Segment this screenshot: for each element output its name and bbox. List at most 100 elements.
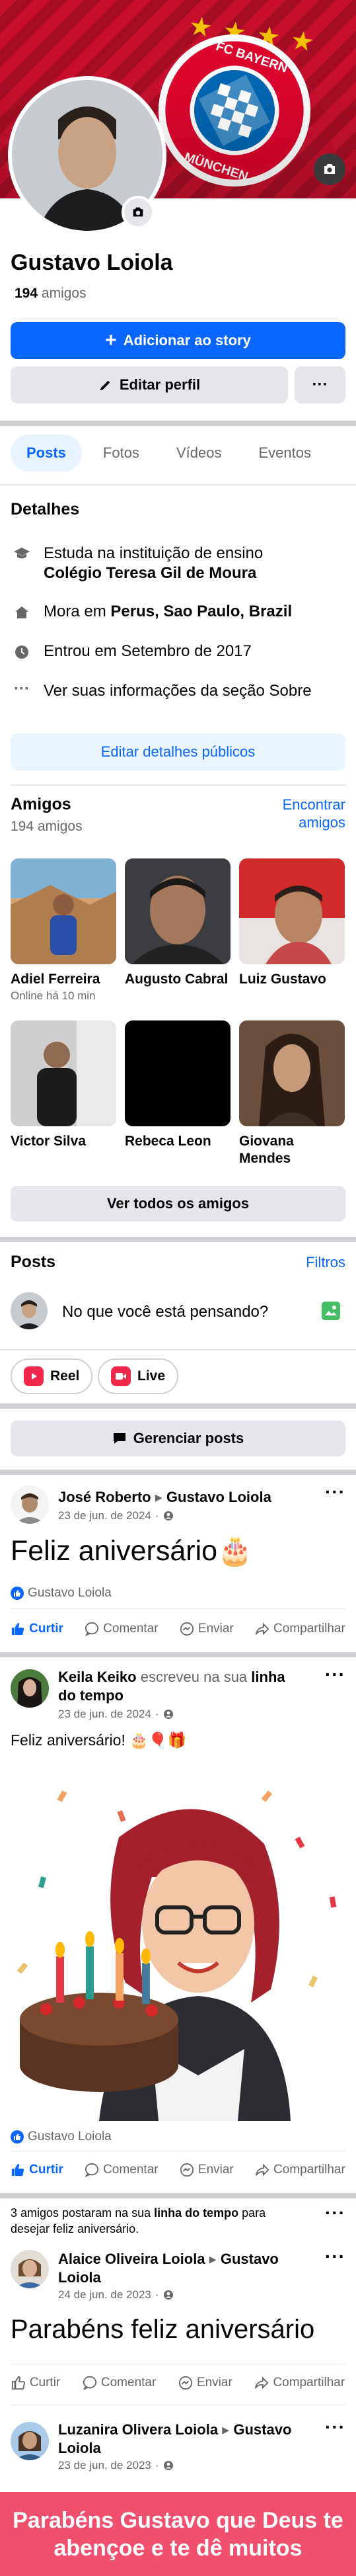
arrow-icon: ▸ (155, 1489, 162, 1505)
post-author[interactable]: Alaice Oliveira Loiola (58, 2251, 205, 2267)
cover-camera-icon[interactable] (314, 153, 345, 185)
friend-name: Giovana Mendes (239, 1134, 294, 1166)
more-options-button[interactable]: ··· (295, 366, 345, 403)
tab-events[interactable]: Eventos (242, 435, 327, 472)
send-button[interactable]: Enviar (180, 2163, 234, 2177)
reactions-summary[interactable]: Gustavo Loiola (11, 2130, 112, 2144)
comment-button[interactable]: Comentar (85, 2163, 159, 2177)
friend-name: Augusto Cabral (125, 972, 229, 987)
post-date[interactable]: 23 de jun. de 2024 (58, 1509, 151, 1522)
comment-label: Comentar (100, 2376, 157, 2389)
post-verb: escreveu na sua (140, 1669, 248, 1685)
post-author-avatar[interactable] (11, 1669, 49, 1708)
tab-videos[interactable]: Vídeos (160, 435, 238, 472)
post-actions: Curtir Comentar Enviar Compartilhar (0, 2376, 356, 2390)
group-options-button[interactable]: ··· (325, 2202, 345, 2223)
friend-card[interactable]: Augusto Cabral (125, 858, 231, 989)
friend-photo (125, 1020, 231, 1126)
posts-title: Posts (11, 1253, 56, 1271)
friends-count[interactable]: 194 amigos (15, 286, 87, 302)
reel-button[interactable]: Reel (11, 1358, 93, 1394)
friend-card[interactable]: Giovana Mendes (239, 1020, 345, 1169)
share-label: Compartilhar (273, 2376, 345, 2389)
reel-label: Reel (50, 1368, 80, 1384)
profile-camera-icon[interactable] (122, 196, 155, 229)
share-button[interactable]: Compartilhar (255, 2163, 345, 2177)
post-author-avatar[interactable] (11, 2250, 49, 2288)
post-actions: Curtir Comentar Enviar Compartilhar (0, 1622, 356, 1636)
friend-card[interactable]: Luiz Gustavo (239, 858, 345, 989)
filters-link[interactable]: Filtros (306, 1254, 345, 1271)
reactions-summary[interactable]: Gustavo Loiola (11, 1586, 112, 1600)
see-all-friends-button[interactable]: Ver todos os amigos (11, 1186, 345, 1222)
post-author[interactable]: Keila Keiko (58, 1669, 137, 1685)
tab-photos[interactable]: Fotos (87, 435, 155, 472)
friends-audience-icon (163, 1710, 173, 1719)
post-text: Feliz aniversário! 🎂🎈🎁 (11, 1731, 187, 1749)
send-button[interactable]: Enviar (180, 1622, 234, 1636)
edit-public-details-button[interactable]: Editar detalhes públicos (11, 733, 345, 770)
friend-name: Rebeca Leon (125, 1134, 211, 1149)
home-icon (11, 602, 33, 620)
post-date[interactable]: 24 de jun. de 2023 (58, 2288, 151, 2302)
share-button[interactable]: Compartilhar (254, 2376, 345, 2390)
birthday-group-note: 3 amigos postaram na sua linha do tempo … (11, 2205, 301, 2237)
composer-avatar[interactable] (11, 1292, 48, 1329)
comment-button[interactable]: Comentar (85, 1622, 159, 1636)
graduation-cap-icon (11, 544, 33, 561)
about-text[interactable]: Ver suas informações da seção Sobre (44, 681, 312, 701)
add-story-button[interactable]: + Adicionar ao story (11, 322, 345, 359)
send-button[interactable]: Enviar (178, 2376, 232, 2390)
manage-posts-label: Gerenciar posts (133, 1430, 244, 1446)
like-reaction-icon (11, 2130, 24, 2143)
post-meta: 23 de jun. de 2023 · (58, 2459, 174, 2472)
education-place[interactable]: Colégio Teresa Gil de Moura (44, 564, 256, 582)
group-note-link[interactable]: linha do tempo (154, 2206, 238, 2220)
post-image-avatar-sticker[interactable] (0, 1765, 356, 2121)
residence-prefix: Mora em (44, 602, 106, 620)
friend-photo (11, 858, 116, 964)
photo-icon[interactable] (322, 1302, 340, 1320)
detail-about[interactable]: ··· Ver suas informações da seção Sobre (11, 681, 345, 701)
post-date[interactable]: 23 de jun. de 2023 (58, 2459, 151, 2472)
post-text: Feliz aniversário🎂 (11, 1535, 253, 1567)
share-button[interactable]: Compartilhar (255, 1622, 345, 1636)
like-label: Curtir (29, 1622, 63, 1636)
find-friends-link[interactable]: Encontrar amigos (253, 796, 345, 831)
friends-count-number: 194 (15, 286, 38, 301)
post-author-avatar[interactable] (11, 1485, 49, 1524)
like-button[interactable]: Curtir (11, 2163, 63, 2177)
like-button[interactable]: Curtir (11, 2376, 60, 2390)
details-title: Detalhes (11, 500, 80, 519)
send-label: Enviar (197, 2163, 234, 2177)
edit-profile-button[interactable]: Editar perfil (11, 366, 288, 403)
post-options-button[interactable]: ··· (325, 1664, 345, 1685)
comment-button[interactable]: Comentar (83, 2376, 156, 2390)
friend-card[interactable]: Adiel Ferreira Online há 10 min (11, 858, 116, 1003)
composer-input[interactable]: No que você está pensando? (62, 1303, 268, 1321)
clock-icon (11, 642, 33, 660)
post-author[interactable]: Luzanira Olivera Loiola (58, 2421, 218, 2438)
live-button[interactable]: Live (98, 1358, 179, 1394)
friend-card[interactable]: Rebeca Leon (125, 1020, 231, 1151)
post-author-avatar[interactable] (11, 2422, 49, 2460)
post-header: Luzanira Olivera Loiola ▸ Gustavo Loiola (58, 2421, 303, 2458)
post-target[interactable]: Gustavo Loiola (166, 1489, 271, 1505)
residence-place[interactable]: Perus, Sao Paulo, Brazil (110, 602, 292, 620)
friend-card[interactable]: Victor Silva (11, 1020, 116, 1151)
post-author[interactable]: José Roberto (58, 1489, 151, 1505)
like-button[interactable]: Curtir (11, 1622, 63, 1636)
tab-posts[interactable]: Posts (11, 435, 82, 472)
svg-text:MÜNCHEN: MÜNCHEN (182, 149, 250, 185)
post-header: José Roberto ▸ Gustavo Loiola (58, 1488, 303, 1507)
messenger-icon (180, 2163, 194, 2177)
post-options-button[interactable]: ··· (325, 1481, 345, 1503)
post-options-button[interactable]: ··· (325, 2417, 345, 2438)
post-meta: 24 de jun. de 2023 · (58, 2288, 174, 2302)
like-icon (11, 2163, 24, 2177)
post-date[interactable]: 23 de jun. de 2024 (58, 1708, 151, 1721)
liked-by: Gustavo Loiola (28, 2130, 112, 2143)
post-options-button[interactable]: ··· (325, 2246, 345, 2267)
manage-posts-button[interactable]: Gerenciar posts (11, 1421, 345, 1456)
add-story-label: Adicionar ao story (123, 332, 251, 349)
